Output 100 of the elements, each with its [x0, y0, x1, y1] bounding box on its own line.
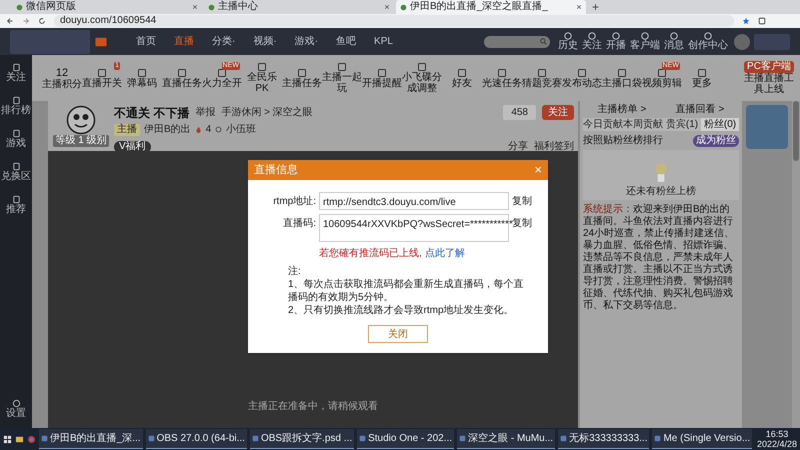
guild-name[interactable]: 小伍班 — [226, 122, 256, 137]
client-button[interactable]: PC客户端 — [744, 61, 794, 73]
nav-action-label[interactable]: 关注 — [582, 40, 602, 51]
tool-label[interactable]: 开播提醒 — [362, 78, 402, 88]
tool-icon — [97, 68, 107, 78]
tool-label[interactable]: 火力全开 — [202, 78, 242, 88]
sidebar-item[interactable]: 排行榜 — [1, 105, 31, 117]
close-icon[interactable] — [384, 4, 390, 10]
nav-link[interactable]: 游戏· — [294, 34, 318, 49]
rank-tab[interactable]: 粉丝(0) — [701, 118, 739, 131]
learn-more-link[interactable]: 点此了解 — [424, 246, 465, 261]
taskbar-app[interactable]: Me (Single Versio... — [652, 429, 752, 449]
nav-action-label[interactable]: 创作中心 — [688, 40, 728, 51]
tool-label[interactable]: 主播一起玩 — [322, 72, 362, 94]
tab-title: 伊田B的出直播_深空之眼直播_ — [410, 1, 549, 13]
rank-tab[interactable]: 今日贡献 — [583, 118, 623, 131]
nav-action-label[interactable]: 客户端 — [630, 40, 660, 51]
tool-icon — [217, 68, 227, 78]
star-icon[interactable] — [742, 17, 750, 25]
address-bar[interactable]: douyu.com/10609544 — [54, 15, 734, 27]
tool-label[interactable]: 直播任务 — [162, 78, 202, 88]
tool-label[interactable]: 全民乐PK — [242, 72, 282, 94]
tool-label[interactable]: 好友 — [452, 78, 472, 88]
search-icon — [540, 38, 547, 45]
nav-link[interactable]: 首页 — [136, 34, 156, 49]
sidebar-icon — [12, 129, 20, 138]
tool-label[interactable]: 光速任务 — [482, 78, 522, 88]
tool-label[interactable]: 小飞碟分成调整 — [402, 72, 442, 94]
checkin-link[interactable]: 福利签到 — [534, 139, 574, 154]
sidebar-icon — [12, 162, 20, 171]
scrollbar-thumb[interactable] — [793, 101, 799, 161]
tab-title: 微信网页版 — [26, 1, 77, 13]
sidebar-item[interactable]: 关注 — [6, 72, 26, 84]
sidebar-item[interactable]: 游戏 — [6, 138, 26, 150]
taskbar-app[interactable]: OBS跟拆文字.psd ... — [250, 429, 354, 449]
reload-icon[interactable] — [38, 17, 46, 25]
taskbar-app[interactable]: Studio One - 202... — [357, 429, 454, 449]
tool-label[interactable]: 猜题竞赛 — [522, 78, 562, 88]
tool-icon — [497, 68, 507, 78]
rank-tab[interactable]: 本周贡献 — [623, 118, 663, 131]
nav-action-label[interactable]: 消息 — [664, 40, 684, 51]
copy-link[interactable]: 复制 — [512, 214, 532, 231]
search-field[interactable] — [484, 36, 550, 48]
copy-link[interactable]: 复制 — [512, 192, 532, 209]
page-icon — [16, 4, 23, 10]
taskbar-app[interactable]: OBS 27.0.0 (64-bi... — [146, 429, 247, 449]
new-tab-button[interactable]: + — [592, 1, 600, 14]
anchor-name[interactable]: 伊田B的出 — [144, 122, 191, 137]
page-icon — [208, 4, 215, 10]
taskbar-app[interactable]: 深空之眼 - MuMu... — [457, 429, 556, 449]
nav-link[interactable]: KPL — [374, 34, 393, 49]
tool-icon — [697, 68, 707, 78]
category-link[interactable]: 手游休闲 > 深空之眼 — [221, 105, 313, 120]
dialog-title: 直播信息 — [254, 162, 298, 178]
app-icon — [252, 435, 259, 442]
vip-badge[interactable]: V福利 — [114, 140, 151, 152]
extensions-icon[interactable] — [758, 17, 766, 25]
report-link[interactable]: 举报 — [195, 105, 216, 120]
tool-label[interactable]: 主播任务 — [282, 78, 322, 88]
close-icon[interactable] — [192, 4, 198, 10]
tool-label[interactable]: 弹幕码 — [127, 78, 157, 88]
clock-time: 16:53 — [766, 429, 788, 439]
sidebar-item[interactable]: 设置 — [6, 408, 26, 420]
score-value: 12 — [56, 66, 68, 78]
folder-icon[interactable] — [15, 434, 24, 444]
tool-icon — [337, 62, 347, 72]
follow-button[interactable]: 关注 — [542, 105, 574, 120]
close-icon[interactable] — [576, 4, 582, 10]
sidebar-item[interactable]: 兑换区 — [1, 171, 31, 183]
share-link[interactable]: 分享 — [508, 139, 528, 154]
nav-action-label[interactable]: 历史 — [558, 40, 578, 51]
close-dialog-button[interactable]: 关闭 — [368, 325, 428, 343]
nav-link[interactable]: 视频· — [253, 34, 277, 49]
tool-label[interactable]: 发布动态 — [562, 78, 602, 88]
nav-link[interactable]: 鱼吧 — [336, 34, 356, 49]
become-fan-button[interactable]: 成为粉丝 — [693, 134, 739, 146]
windows-start-icon[interactable] — [3, 434, 12, 444]
panel-link[interactable]: 主播榜单 > — [598, 104, 646, 116]
panel-link[interactable]: 直播回看 > — [676, 104, 724, 116]
taskbar-app[interactable]: 伊田B的出直播_深... — [39, 429, 143, 449]
banner-image — [754, 34, 790, 50]
tool-label[interactable]: 主播口袋 — [602, 78, 642, 88]
tool-label[interactable]: 视频剪辑 — [642, 78, 682, 88]
rank-tab[interactable]: 贵宾(1) — [663, 118, 701, 131]
avatar[interactable] — [734, 34, 750, 50]
browser-icon[interactable] — [27, 434, 36, 444]
nav-link[interactable]: 直播 — [174, 34, 194, 49]
forward-arrow-icon[interactable] — [22, 17, 30, 25]
browser-tab[interactable]: 伊田B的出直播_深空之眼直播_ — [396, 0, 586, 14]
nav-link[interactable]: 分类· — [212, 34, 236, 49]
text-field[interactable]: rtmp://sendtc3.douyu.com/live — [319, 192, 509, 210]
tool-label[interactable]: 更多 — [692, 78, 712, 88]
sidebar-icon — [12, 96, 20, 105]
taskbar-app[interactable]: 无标333333333... — [558, 429, 650, 449]
back-arrow-icon[interactable] — [6, 17, 14, 25]
client-note: 主播直播工具上线 — [744, 73, 794, 95]
tool-label[interactable]: 直播开关 — [82, 78, 122, 88]
nav-action-label[interactable]: 开播 — [606, 40, 626, 51]
sidebar-item[interactable]: 推荐 — [6, 204, 26, 216]
field-label: 直播码: — [282, 216, 316, 231]
